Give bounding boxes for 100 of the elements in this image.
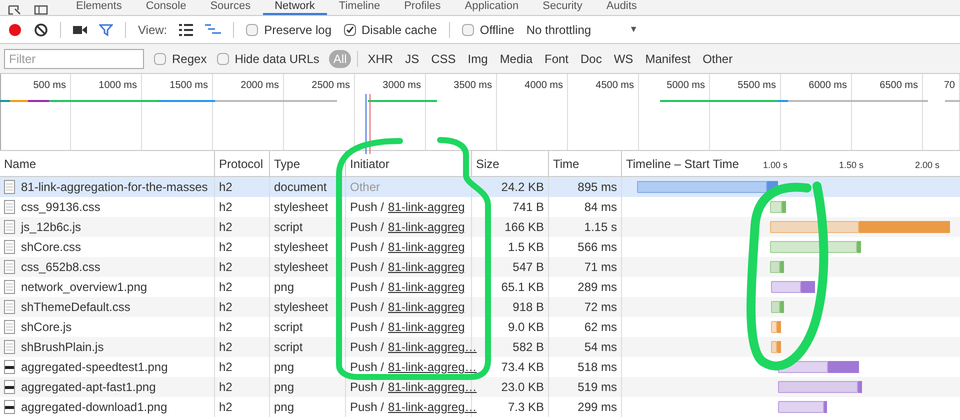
type-filter[interactable]: JS: [401, 50, 424, 68]
initiator-label: Other: [350, 179, 380, 196]
panel-tab[interactable]: Security: [530, 0, 594, 15]
time-tick-label: 70: [944, 79, 955, 92]
initiator-link[interactable]: 81-link-aggreg…: [388, 338, 477, 356]
checkbox[interactable]: [154, 52, 166, 64]
type-filter[interactable]: XHR: [364, 50, 398, 68]
initiator-link[interactable]: 81-link-aggreg: [388, 258, 465, 276]
initiator-link[interactable]: 81-link-aggreg…: [388, 358, 477, 376]
checkbox-label: Offline: [480, 22, 514, 38]
initiator-link[interactable]: 81-link-aggreg: [388, 218, 465, 236]
panel-tab[interactable]: Network: [262, 0, 327, 15]
filter-input[interactable]: Filter: [4, 48, 144, 68]
request-row[interactable]: shBrushPlain.js h2 script Push / 81-link-aggreg… 582 B 54 ms: [0, 337, 960, 357]
file-icon: [4, 400, 15, 414]
time-tick-label: 2000 ms: [240, 79, 279, 92]
time-tick-label: 500 ms: [33, 79, 66, 92]
file-icon: [4, 200, 15, 214]
panel-tab[interactable]: Profiles: [392, 0, 453, 15]
time-tick-label: 2500 ms: [312, 79, 350, 92]
column-header[interactable]: Time: [549, 151, 622, 176]
table-cell: png: [270, 397, 346, 417]
initiator-link[interactable]: 81-link-aggreg: [388, 238, 465, 256]
time-tick-label: 1000 ms: [98, 79, 137, 92]
filter-icon[interactable]: [99, 22, 113, 36]
type-filter[interactable]: Manifest: [641, 50, 695, 68]
initiator-label: Push /: [350, 379, 384, 396]
type-filter[interactable]: CSS: [427, 50, 460, 68]
waterfall-view-icon[interactable]: [205, 24, 222, 36]
file-icon: [4, 260, 15, 274]
type-filter[interactable]: Doc: [576, 50, 606, 68]
file-icon: [4, 360, 15, 374]
clear-icon[interactable]: [34, 22, 48, 36]
request-row[interactable]: 81-link-aggregation-for-the-masses h2 document Other 24.2 KB 895 ms: [0, 177, 960, 197]
initiator-link[interactable]: 81-link-aggreg: [388, 318, 465, 336]
file-icon: [4, 220, 15, 234]
initiator-label: Push /: [350, 279, 384, 296]
time-tick-label: 3500 ms: [454, 79, 492, 92]
request-row[interactable]: css_652b8.css h2 stylesheet Push / 81-link-aggreg 547 B 71 ms: [0, 257, 960, 277]
load-marker-drawing: [365, 94, 373, 154]
time-tick-label: 4000 ms: [524, 79, 563, 92]
type-filter[interactable]: Other: [698, 50, 737, 68]
panel-tab[interactable]: Elements: [64, 0, 134, 15]
view-label: View:: [138, 22, 168, 38]
device-icon[interactable]: [34, 5, 48, 15]
file-icon: [4, 380, 15, 394]
column-header[interactable]: Type: [270, 151, 346, 176]
checkbox-label: Disable cache: [362, 22, 437, 38]
file-icon: [4, 340, 15, 354]
initiator-label: Push /: [350, 359, 384, 376]
checkbox[interactable]: [216, 52, 229, 64]
checkbox[interactable]: [344, 24, 356, 36]
file-icon: [4, 240, 15, 254]
column-header[interactable]: Protocol: [215, 151, 270, 176]
initiator-label: Push /: [350, 399, 384, 416]
time-tick-label: 1.00 s: [763, 159, 788, 172]
request-row[interactable]: aggregated-apt-fast1.png h2 png Push / 81-link-aggreg… 23.0 KB 519 ms: [0, 377, 960, 397]
initiator-link[interactable]: 81-link-aggreg: [388, 278, 465, 296]
panel-tab[interactable]: Audits: [594, 0, 649, 15]
checkbox[interactable]: [462, 24, 474, 36]
panel-tab[interactable]: Application: [452, 0, 531, 15]
time-tick-label: 1.50 s: [839, 159, 864, 172]
time-tick-label: 4500 ms: [596, 79, 634, 92]
column-header[interactable]: Name: [0, 151, 215, 176]
type-filter[interactable]: Font: [540, 50, 573, 68]
initiator-link[interactable]: 81-link-aggreg…: [388, 378, 477, 396]
camera-icon[interactable]: [73, 24, 87, 34]
checkbox[interactable]: [246, 24, 258, 36]
checkbox-label: Preserve log: [264, 22, 332, 38]
file-icon: [4, 300, 15, 314]
list-view-icon[interactable]: [179, 24, 194, 36]
checkbox-label: Hide data URLs: [234, 50, 320, 68]
type-filter[interactable]: Media: [496, 50, 536, 68]
file-icon: [4, 280, 15, 294]
checkbox-label: Regex: [172, 50, 207, 68]
record-icon[interactable]: [8, 22, 22, 36]
column-header[interactable]: Size: [472, 151, 549, 176]
time-tick-label: 5500 ms: [738, 79, 776, 92]
type-filter[interactable]: Img: [464, 50, 492, 68]
inspect-icon[interactable]: [8, 5, 22, 15]
request-row[interactable]: shThemeDefault.css h2 stylesheet Push / 81-link-aggreg 918 B 72 ms: [0, 297, 960, 317]
file-icon: [4, 180, 15, 194]
panel-tab[interactable]: Timeline: [326, 0, 392, 15]
time-tick-label: 2.00 s: [915, 159, 940, 172]
panel-tab[interactable]: Sources: [198, 0, 263, 15]
table-cell: h2: [215, 397, 270, 417]
throttling-dropdown[interactable]: No throttling ▼: [526, 20, 638, 38]
initiator-label: Push /: [350, 219, 384, 236]
initiator-label: Push /: [350, 259, 384, 276]
column-header[interactable]: Timeline – Start Time: [626, 154, 739, 172]
initiator-link[interactable]: 81-link-aggreg: [388, 298, 465, 316]
time-tick-label: 6500 ms: [880, 79, 918, 92]
panel-tab[interactable]: Console: [134, 0, 198, 15]
table-cell: 299 ms: [549, 397, 622, 417]
request-row[interactable]: js_12b6c.js h2 script Push / 81-link-aggreg 166 KB 1.15 s: [0, 217, 960, 237]
initiator-link[interactable]: 81-link-aggreg: [388, 198, 465, 216]
type-filter[interactable]: WS: [610, 50, 638, 68]
initiator-link[interactable]: 81-link-aggreg…: [388, 398, 477, 416]
column-header[interactable]: Initiator: [346, 151, 472, 176]
file-icon: [4, 320, 15, 334]
